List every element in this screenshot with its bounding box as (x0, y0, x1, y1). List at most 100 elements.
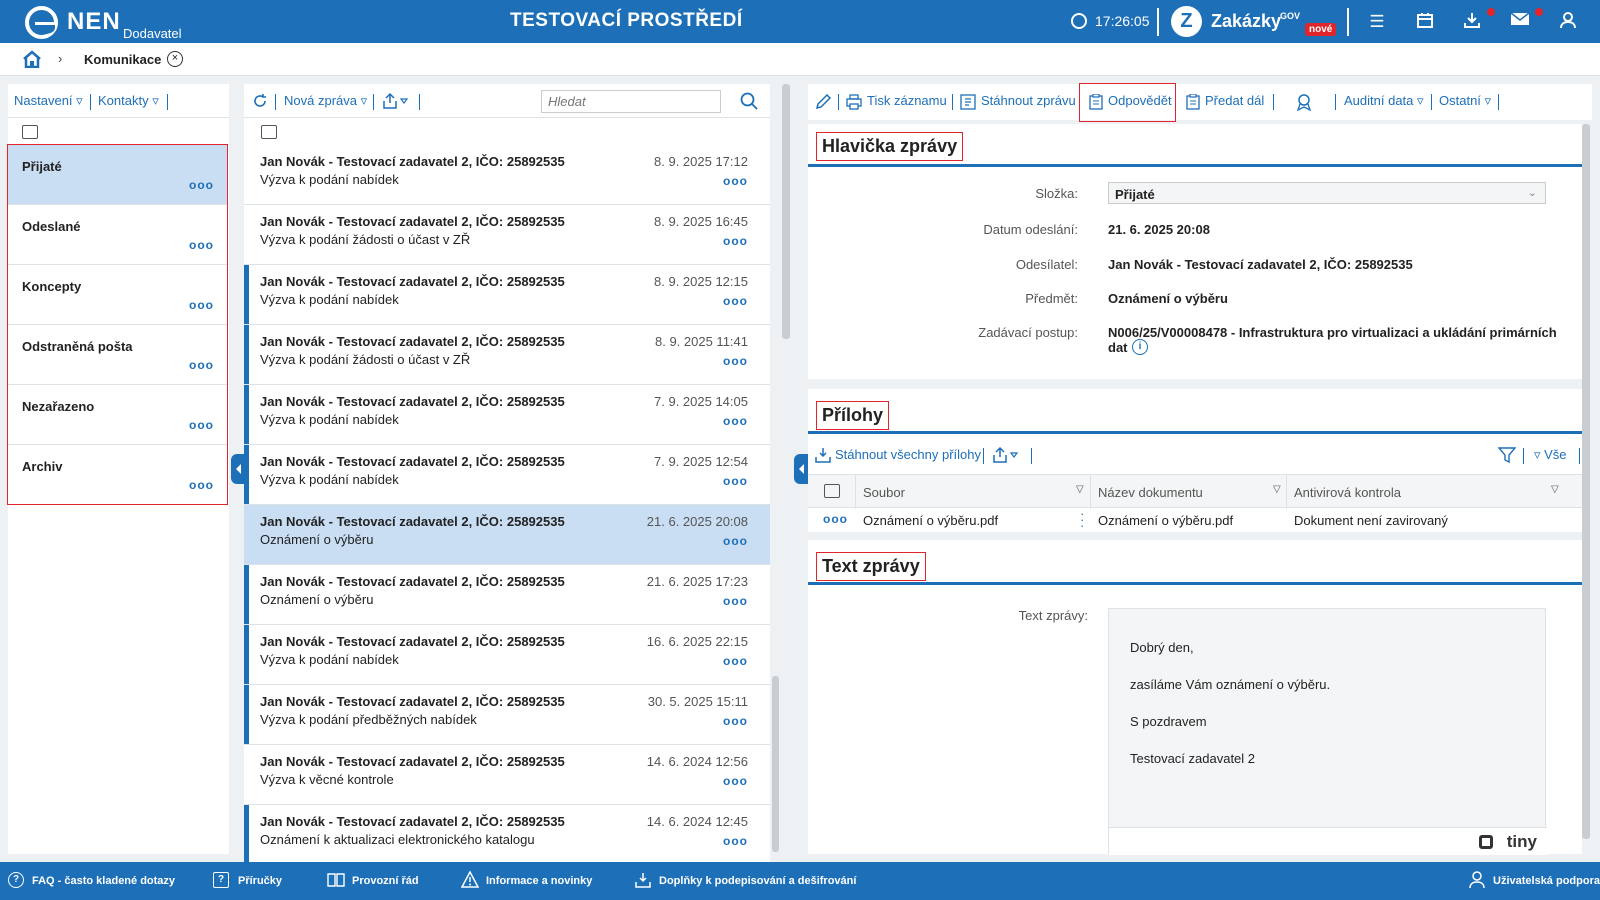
search-input[interactable] (541, 90, 721, 113)
reply-icon[interactable] (1089, 93, 1103, 110)
user-support-link[interactable]: Uživatelská podpora (1493, 875, 1600, 887)
folder-item[interactable]: Odstraněná pošta ooo (8, 325, 227, 385)
menu-icon[interactable]: ☰ (1366, 11, 1388, 33)
search-icon[interactable] (740, 92, 758, 110)
manuals-link[interactable]: Příručky (238, 875, 282, 887)
reply-button[interactable]: Odpovědět (1108, 93, 1172, 108)
message-list-item[interactable]: Jan Novák - Testovací zadavatel 2, IČO: … (244, 565, 770, 625)
export-icon[interactable] (992, 446, 1022, 464)
message-list-item[interactable]: Jan Novák - Testovací zadavatel 2, IČO: … (244, 745, 770, 805)
procedure-value-cont[interactable]: dat (1108, 340, 1128, 355)
new-message-button[interactable]: Nová zpráva ▿ (284, 93, 367, 109)
collapse-left-icon[interactable] (231, 454, 245, 484)
filter-all-menu[interactable]: ▿ Vše (1534, 447, 1567, 463)
refresh-icon[interactable] (252, 93, 268, 109)
print-record-button[interactable]: Tisk záznamu (867, 93, 947, 108)
news-link[interactable]: Informace a novinky (486, 875, 592, 887)
message-actions-icon[interactable]: ooo (723, 594, 748, 608)
filter-settings-icon[interactable] (22, 125, 38, 139)
scrollbar[interactable] (782, 84, 790, 339)
tiny-logo[interactable]: tiny (1507, 832, 1537, 852)
message-actions-icon[interactable]: ooo (723, 714, 748, 728)
collapse-middle-icon[interactable] (794, 454, 808, 484)
message-actions-icon[interactable]: ooo (723, 414, 748, 428)
folder-select[interactable]: Přijaté ⌄ (1108, 182, 1546, 204)
nen-logo[interactable] (25, 6, 58, 39)
folder-item[interactable]: Archiv ooo (8, 445, 227, 505)
more-vertical-icon[interactable]: · · · (1080, 507, 1084, 532)
attachment-file-name[interactable]: Oznámení o výběru.pdf (863, 513, 998, 528)
scrollbar[interactable] (1582, 124, 1590, 839)
sort-icon[interactable]: ▽ (1551, 484, 1559, 495)
download-message-button[interactable]: Stáhnout zprávu (981, 93, 1076, 108)
message-list-item[interactable]: Jan Novák - Testovací zadavatel 2, IČO: … (244, 685, 770, 745)
close-icon[interactable]: × (167, 51, 183, 67)
folder-item[interactable]: Přijaté ooo (8, 145, 227, 205)
column-header-file[interactable]: Soubor (863, 485, 905, 500)
download-all-button[interactable]: Stáhnout všechny přílohy (835, 447, 981, 462)
message-actions-icon[interactable]: ooo (723, 294, 748, 308)
message-list-item[interactable]: Jan Novák - Testovací zadavatel 2, IČO: … (244, 385, 770, 445)
mail-icon[interactable] (1509, 11, 1531, 33)
message-actions-icon[interactable]: ooo (723, 234, 748, 248)
download-all-icon[interactable] (815, 447, 831, 463)
table-row[interactable]: ooo Oznámení o výběru.pdf · · · Oznámení o… (808, 507, 1582, 532)
folder-actions-icon[interactable]: ooo (189, 358, 214, 372)
folder-actions-icon[interactable]: ooo (189, 478, 214, 492)
message-actions-icon[interactable]: ooo (723, 354, 748, 368)
folder-item[interactable]: Nezařazeno ooo (8, 385, 227, 445)
message-list-item[interactable]: Jan Novák - Testovací zadavatel 2, IČO: … (244, 265, 770, 325)
message-list-item[interactable]: Jan Novák - Testovací zadavatel 2, IČO: … (244, 805, 770, 865)
message-list-item[interactable]: Jan Novák - Testovací zadavatel 2, IČO: … (244, 625, 770, 685)
audit-data-menu[interactable]: Auditní data ▿ (1344, 93, 1424, 109)
message-actions-icon[interactable]: ooo (723, 774, 748, 788)
forward-button[interactable]: Předat dál (1205, 93, 1264, 108)
sort-icon[interactable]: ▽ (1273, 484, 1281, 495)
message-list-item[interactable]: Jan Novák - Testovací zadavatel 2, IČO: … (244, 325, 770, 385)
folder-item[interactable]: Odeslané ooo (8, 205, 227, 265)
addons-link[interactable]: Doplňky k podepisování a dešifrování (659, 875, 856, 887)
message-actions-icon[interactable]: ooo (723, 474, 748, 488)
badge-icon[interactable] (1295, 93, 1313, 112)
row-actions-icon[interactable]: ooo (823, 512, 848, 526)
sort-icon[interactable]: ▽ (1076, 484, 1084, 495)
column-header-doc-name[interactable]: Název dokumentu (1098, 485, 1203, 500)
folder-actions-icon[interactable]: ooo (189, 178, 214, 192)
home-icon[interactable] (22, 50, 42, 69)
column-settings-icon[interactable] (824, 484, 840, 498)
calendar-icon[interactable] (1414, 11, 1436, 33)
info-icon[interactable]: i (1132, 339, 1148, 355)
folder-actions-icon[interactable]: ooo (189, 238, 214, 252)
message-list-item[interactable]: Jan Novák - Testovací zadavatel 2, IČO: … (244, 205, 770, 265)
contacts-menu[interactable]: Kontakty ▿ (98, 93, 159, 109)
other-menu[interactable]: Ostatní ▿ (1439, 93, 1491, 109)
message-actions-icon[interactable]: ooo (723, 534, 748, 548)
operating-rules-link[interactable]: Provozní řád (352, 875, 419, 887)
message-actions-icon[interactable]: ooo (723, 654, 748, 668)
faq-link[interactable]: FAQ - často kladené dotazy (32, 875, 175, 887)
folder-actions-icon[interactable]: ooo (189, 418, 214, 432)
filter-icon[interactable] (1497, 446, 1517, 464)
folder-item[interactable]: Koncepty ooo (8, 265, 227, 325)
download-icon[interactable] (1461, 11, 1483, 33)
download-message-icon[interactable] (960, 94, 976, 110)
forward-icon[interactable] (1186, 93, 1200, 110)
message-list-item[interactable]: Jan Novák - Testovací zadavatel 2, IČO: … (244, 145, 770, 205)
message-actions-icon[interactable]: ooo (723, 174, 748, 188)
procedure-value[interactable]: N006/25/V00008478 - Infrastruktura pro v… (1108, 325, 1557, 340)
column-header-antivirus[interactable]: Antivirová kontrola (1294, 485, 1401, 500)
message-list-item[interactable]: Jan Novák - Testovací zadavatel 2, IČO: … (244, 445, 770, 505)
settings-menu[interactable]: Nastavení ▿ (14, 93, 83, 109)
message-text-editor[interactable]: Dobrý den, zasíláme Vám oznámení o výběr… (1108, 608, 1547, 855)
message-actions-icon[interactable]: ooo (723, 834, 748, 848)
message-list-item[interactable]: Jan Novák - Testovací zadavatel 2, IČO: … (244, 505, 770, 565)
edit-icon[interactable] (814, 93, 832, 111)
user-icon[interactable] (1557, 11, 1579, 33)
zakazky-logo[interactable]: Z (1171, 6, 1202, 37)
zakazky-link[interactable]: Zakázky (1211, 11, 1281, 32)
print-icon[interactable] (846, 94, 862, 110)
list-settings-icon[interactable] (261, 125, 277, 139)
folder-actions-icon[interactable]: ooo (189, 298, 214, 312)
export-icon[interactable] (382, 92, 412, 110)
scrollbar[interactable] (772, 676, 779, 852)
